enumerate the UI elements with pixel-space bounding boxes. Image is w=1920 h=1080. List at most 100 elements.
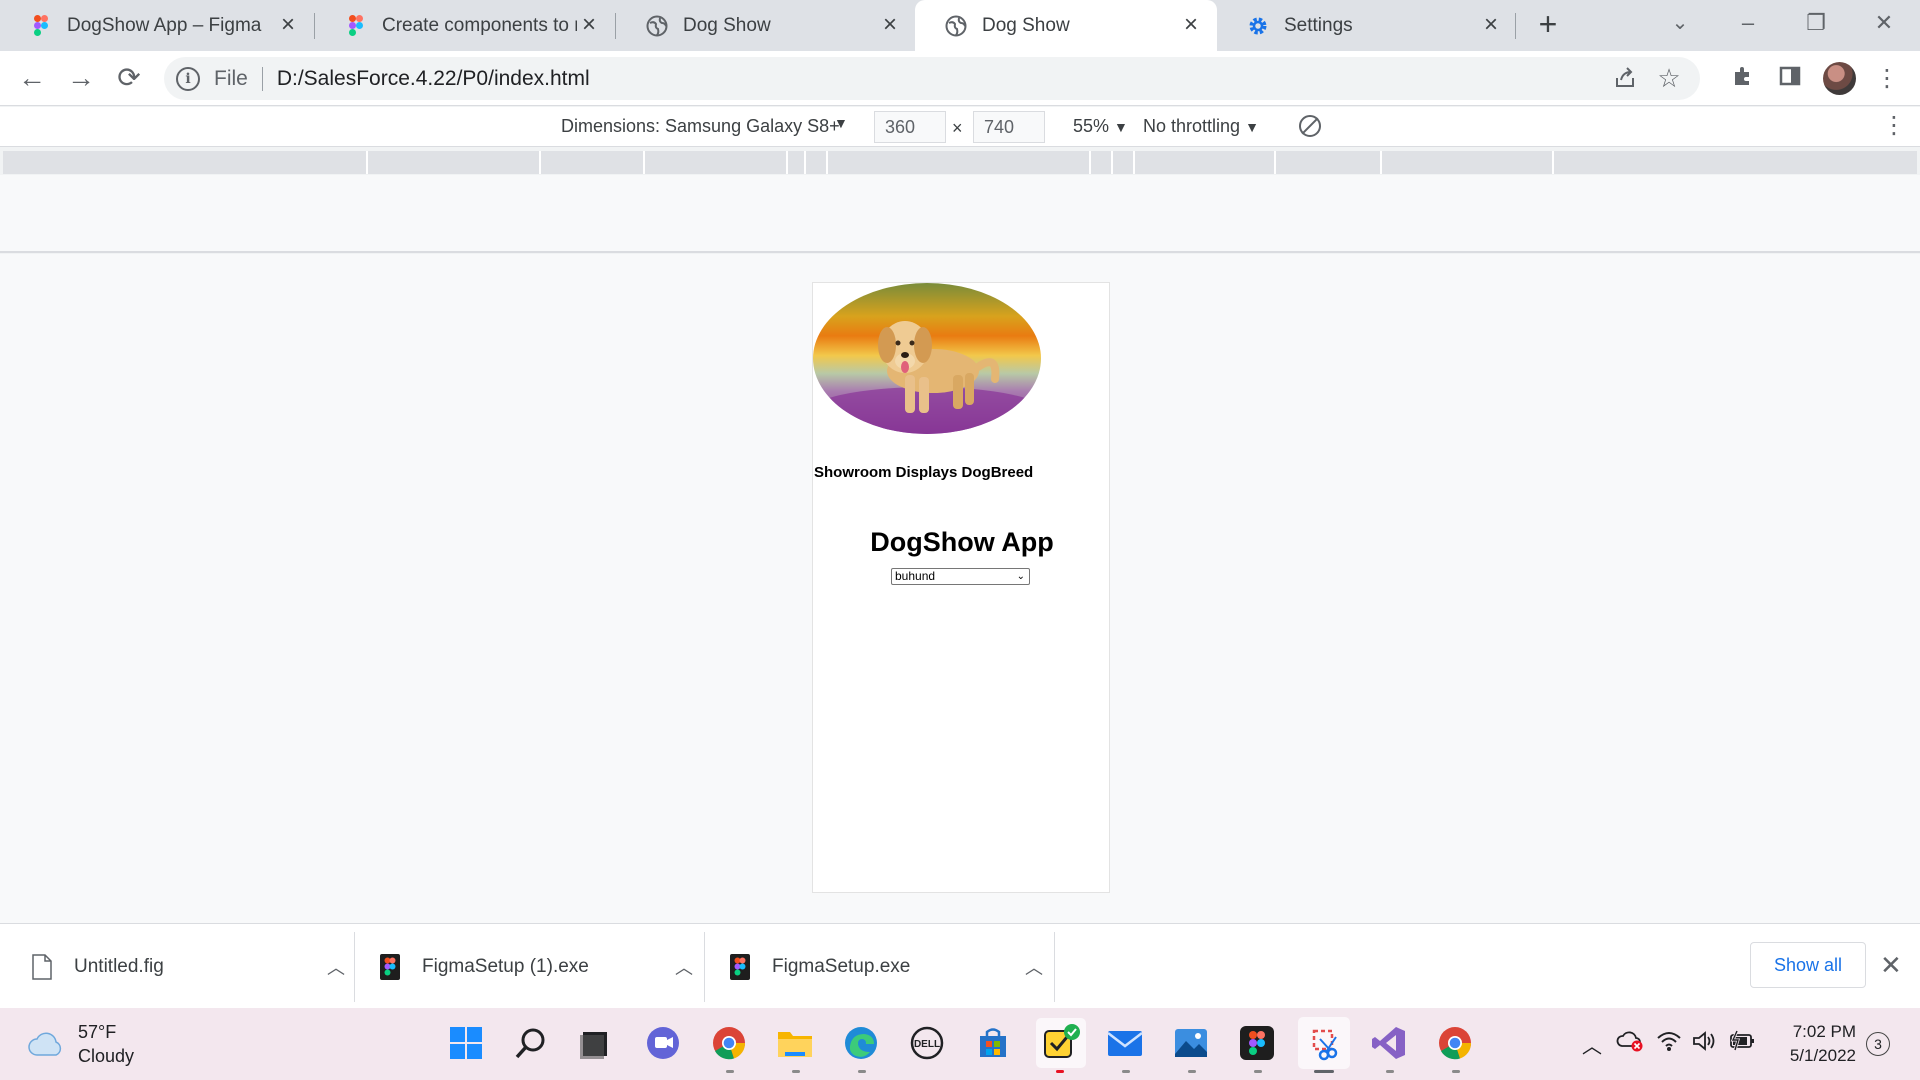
close-icon[interactable]: ×	[1479, 12, 1503, 38]
running-indicator	[1314, 1070, 1334, 1073]
minimize-button[interactable]: –	[1728, 6, 1768, 42]
media-query-bar[interactable]	[3, 151, 1917, 174]
todo-check-icon[interactable]	[1036, 1018, 1086, 1068]
figma-icon	[730, 953, 750, 980]
device-screen: Showroom Displays DogBreed DogShow App b…	[812, 282, 1110, 893]
tab-title: Dog Show	[982, 14, 1070, 36]
mail-icon[interactable]	[1104, 1022, 1146, 1064]
visual-studio-icon[interactable]	[1368, 1022, 1410, 1064]
chevron-up-icon[interactable]: ︿	[1022, 954, 1046, 980]
extensions-icon[interactable]	[1728, 64, 1758, 94]
running-indicator	[1056, 1070, 1064, 1073]
dimension-separator: ×	[952, 118, 963, 138]
snipping-tool-icon[interactable]	[1298, 1017, 1350, 1069]
tab-title: Create components to reu	[382, 14, 577, 36]
device-toolbar: Dimensions: Samsung Galaxy S8+ ▼ 360 × 7…	[0, 107, 1920, 147]
forward-button[interactable]: →	[64, 62, 98, 96]
zoom-selector[interactable]: 55% ▼	[1073, 116, 1128, 137]
close-icon[interactable]: ×	[276, 12, 300, 38]
tab-separator	[1515, 13, 1516, 39]
tab-dog-show-active[interactable]: Dog Show ×	[915, 0, 1217, 51]
show-all-button[interactable]: Show all	[1750, 942, 1866, 988]
device-selector[interactable]: Dimensions: Samsung Galaxy S8+	[561, 116, 840, 137]
dog-photo	[813, 283, 1041, 434]
tab-create-components[interactable]: Create components to reu ×	[315, 0, 615, 51]
running-indicator	[1254, 1070, 1262, 1073]
tab-title: Settings	[1284, 14, 1353, 36]
running-indicator	[1122, 1070, 1130, 1073]
caret-down-icon[interactable]: ▼	[834, 115, 848, 131]
chrome-icon[interactable]	[708, 1022, 750, 1064]
page-title: DogShow App	[870, 527, 1054, 557]
edge-icon[interactable]	[840, 1022, 882, 1064]
figma-icon[interactable]	[1236, 1022, 1278, 1064]
throttle-selector[interactable]: No throttling ▼	[1143, 116, 1259, 137]
share-icon[interactable]	[1612, 66, 1638, 92]
close-icon[interactable]: ×	[577, 12, 601, 38]
weather-text: 57°F Cloudy	[78, 1020, 134, 1068]
bookmark-star-icon[interactable]: ☆	[1654, 63, 1684, 93]
onedrive-error-icon[interactable]	[1616, 1030, 1644, 1058]
width-input[interactable]: 360	[874, 111, 946, 143]
cloud-icon	[28, 1031, 64, 1057]
url-text[interactable]: D:/SalesForce.4.22/P0/index.html	[277, 67, 590, 91]
download-item[interactable]: FigmaSetup (1).exe ︿	[380, 924, 696, 1009]
teams-chat-icon[interactable]	[642, 1022, 684, 1064]
tab-settings[interactable]: Settings ×	[1217, 0, 1517, 51]
throttle-value: No throttling	[1143, 116, 1241, 136]
close-window-button[interactable]: ✕	[1864, 6, 1904, 42]
download-item[interactable]: FigmaSetup.exe ︿	[730, 924, 1046, 1009]
chrome-icon[interactable]	[1434, 1022, 1476, 1064]
battery-icon[interactable]	[1728, 1030, 1756, 1058]
notification-badge[interactable]: 3	[1866, 1032, 1890, 1056]
chevron-up-icon[interactable]: ︿	[1582, 1030, 1602, 1059]
chevron-up-icon[interactable]: ︿	[324, 954, 348, 980]
height-input[interactable]: 740	[973, 111, 1045, 143]
clock-date: 5/1/2022	[1789, 1046, 1856, 1065]
volume-icon[interactable]	[1692, 1030, 1718, 1058]
chevron-up-icon[interactable]: ︿	[672, 954, 696, 980]
search-icon[interactable]	[510, 1022, 552, 1064]
restore-button[interactable]: ❐	[1796, 6, 1836, 42]
download-name: FigmaSetup.exe	[772, 955, 911, 977]
profile-avatar[interactable]	[1823, 62, 1856, 95]
browser-toolbar: ← → ⟳ i File D:/SalesForce.4.22/P0/index…	[0, 51, 1920, 106]
rotate-icon[interactable]	[1299, 115, 1321, 137]
windows-start-icon[interactable]	[445, 1022, 487, 1064]
close-icon[interactable]: ✕	[1880, 950, 1902, 981]
download-name: Untitled.fig	[74, 955, 164, 977]
url-scheme: File	[214, 66, 248, 90]
divider	[1054, 932, 1055, 1002]
wifi-icon[interactable]	[1656, 1030, 1682, 1058]
download-shelf: Untitled.fig ︿ FigmaSetup (1).exe ︿ Figm…	[0, 923, 1920, 1008]
tab-search-button[interactable]: ⌄	[1665, 10, 1695, 40]
tab-strip: DogShow App – Figma × Create components …	[0, 0, 1920, 51]
globe-icon	[945, 15, 967, 37]
running-indicator	[1386, 1070, 1394, 1073]
address-bar[interactable]: i File D:/SalesForce.4.22/P0/index.html …	[164, 57, 1700, 100]
download-item[interactable]: Untitled.fig ︿	[32, 924, 348, 1009]
photos-icon[interactable]	[1170, 1022, 1212, 1064]
task-view-icon[interactable]	[573, 1022, 615, 1064]
weather-widget[interactable]: 57°F Cloudy	[28, 1020, 134, 1068]
tab-dog-show-1[interactable]: Dog Show ×	[616, 0, 916, 51]
reload-button[interactable]: ⟳	[112, 62, 146, 96]
close-icon[interactable]: ×	[878, 12, 902, 38]
new-tab-button[interactable]: +	[1531, 8, 1565, 42]
back-button[interactable]: ←	[15, 62, 49, 96]
dell-icon[interactable]: DELL	[906, 1022, 948, 1064]
close-icon[interactable]: ×	[1179, 12, 1203, 38]
side-panel-icon[interactable]	[1775, 64, 1805, 94]
more-options-icon[interactable]: ⋮	[1882, 111, 1906, 140]
system-clock[interactable]: 7:02 PM 5/1/2022	[1780, 1020, 1856, 1068]
zoom-value: 55%	[1073, 116, 1110, 136]
info-icon[interactable]: i	[176, 66, 200, 91]
file-explorer-icon[interactable]	[774, 1022, 816, 1064]
chevron-down-icon: ⌄	[1016, 571, 1025, 582]
tab-dogshow-figma[interactable]: DogShow App – Figma ×	[0, 0, 314, 51]
menu-kebab-icon[interactable]: ⋮	[1872, 64, 1902, 94]
store-icon[interactable]	[972, 1022, 1014, 1064]
breed-select[interactable]: buhund ⌄	[891, 568, 1030, 585]
tab-title: DogShow App – Figma	[67, 14, 262, 36]
divider	[261, 66, 263, 91]
